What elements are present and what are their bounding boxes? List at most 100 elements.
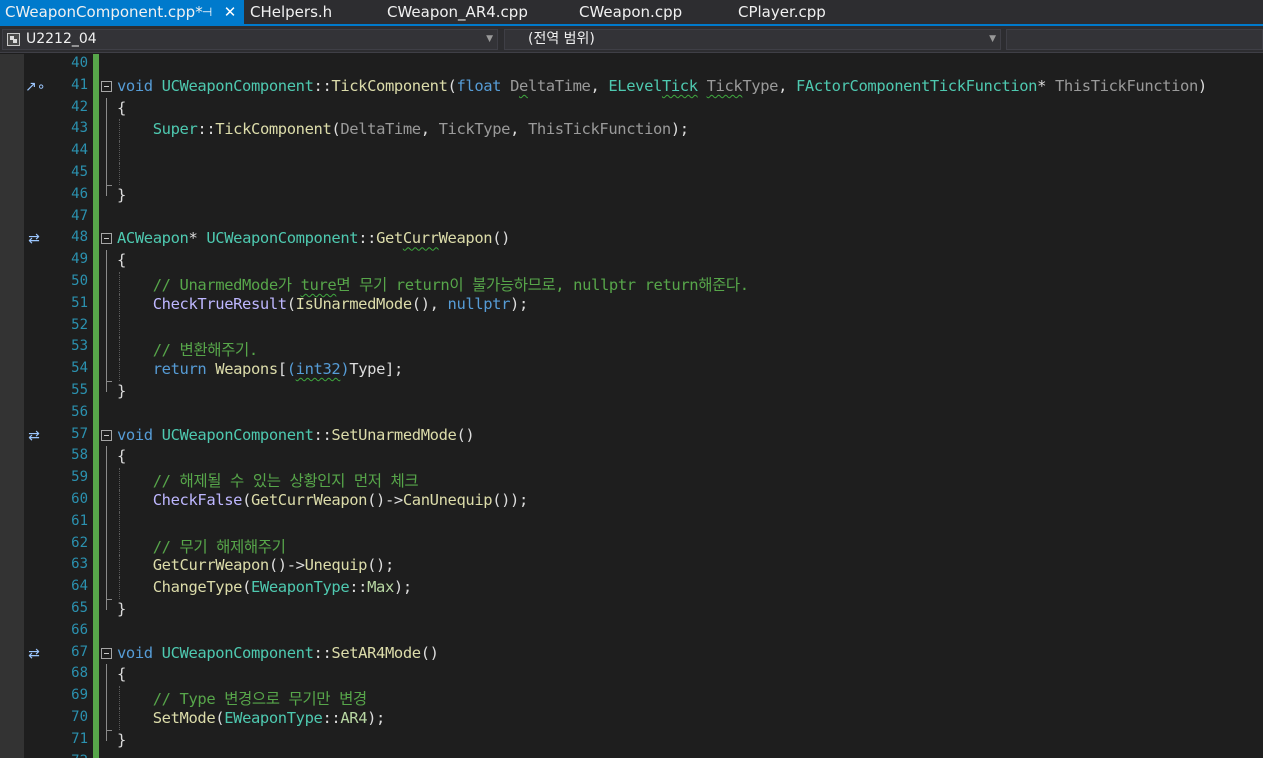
code-line[interactable]: 44 [0,141,1263,163]
code-text[interactable]: { [117,447,126,465]
code-line[interactable]: 43 Super::TickComponent(DeltaTime, TickT… [0,119,1263,142]
code-token: ( [242,578,251,597]
code-line[interactable]: ⇄ 67 void UCWeaponComponent::SetAR4Mode() [0,642,1263,665]
code-text[interactable]: void UCWeaponComponent::SetUnarmedMode() [117,426,475,444]
code-line[interactable]: ⇄ 48 ACWeapon* UCWeaponComponent::GetCurrW… [0,228,1263,251]
change-indicator [93,577,99,599]
collapse-icon[interactable] [101,80,112,92]
project-dropdown[interactable]: U2212_04 ▼ [2,29,498,50]
code-text[interactable]: // 무기 해제해주기 [117,535,286,557]
code-text[interactable]: void UCWeaponComponent::TickComponent(fl… [117,77,1207,95]
member-dropdown[interactable] [1006,29,1263,50]
code-line[interactable]: 70 SetMode(EWeaponType::AR4); [0,708,1263,730]
code-line[interactable]: 50 // UnarmedMode가 ture면 무기 return이 불가능하… [0,272,1263,294]
code-text[interactable]: } [117,186,126,204]
code-line[interactable]: 69 // Type 변경으로 무기만 변경 [0,686,1263,708]
collapse-icon[interactable] [101,429,112,441]
code-token: TickComponent [215,120,332,139]
code-text[interactable]: ChangeType(EWeaponType::Max); [117,578,412,596]
line-number: 47 [71,207,88,224]
code-text[interactable]: return Weapons[(int32)Type]; [117,360,404,378]
code-line[interactable]: 46} [0,184,1263,207]
code-line[interactable]: 64 ChangeType(EWeaponType::Max); [0,577,1263,599]
code-line[interactable]: 49 { [0,250,1263,272]
tab-chelpers-h[interactable]: CHelpers.h [250,0,332,24]
code-text[interactable]: SetMode(EWeaponType::AR4); [117,709,386,727]
code-text[interactable]: { [117,99,126,117]
code-line[interactable]: 65} [0,599,1263,621]
code-line[interactable]: 62 // 무기 해제해주기 [0,533,1263,557]
code-text[interactable]: ACWeapon* UCWeaponComponent::GetCurrWeap… [117,229,510,247]
line-number: 49 [71,251,88,268]
code-token: ThisTickFunction [1055,76,1198,95]
code-token: ( [242,491,251,509]
code-text[interactable]: { [117,665,126,683]
code-line[interactable]: 59 // 해제될 수 있는 상황인지 먼저 체크 [0,468,1263,490]
navigate-arrows-icon[interactable]: ⇄ [25,647,43,661]
line-number: 67 [71,643,88,660]
change-indicator [93,359,99,381]
navigate-arrows-icon[interactable]: ⇄ [25,429,43,443]
code-text[interactable]: GetCurrWeapon()->Unequip(); [117,556,395,574]
code-line[interactable]: ⇄ 57 void UCWeaponComponent::SetUnarmedMod… [0,424,1263,447]
code-text[interactable]: } [117,600,126,618]
breakpoint-arrow-icon[interactable]: ↗∘ [25,80,46,94]
code-text[interactable]: // UnarmedMode가 ture면 무기 return이 불가능하므로,… [117,273,749,295]
code-line[interactable]: 58 { [0,446,1263,469]
outline-guide [106,337,107,360]
outline-guide [106,250,107,272]
outline-guide [106,272,107,294]
tab-cweapon-cpp[interactable]: CWeapon.cpp [579,0,682,24]
code-text[interactable]: // 해제될 수 있는 상황인지 먼저 체크 [117,469,419,491]
tab-cweaponcomponent-cpp[interactable]: CWeaponComponent.cpp* ⊣ ✕ [0,0,244,24]
tab-cweapon-ar4-cpp[interactable]: CWeapon_AR4.cpp [387,0,528,24]
code-line[interactable]: 60 CheckFalse(GetCurrWeapon()->CanUnequi… [0,490,1263,512]
collapse-icon[interactable] [101,647,112,659]
scope-dropdown[interactable]: (전역 범위) ▼ [504,29,1001,50]
code-text[interactable]: // 변환해주기. [117,338,258,360]
line-number: 40 [71,55,88,71]
code-line[interactable]: 55} [0,381,1263,403]
pin-icon[interactable]: ⊣ [200,0,214,24]
change-indicator [93,686,99,708]
line-number: 59 [71,469,88,486]
code-line[interactable]: 51 CheckTrueResult(IsUnarmedMode(), null… [0,293,1263,316]
code-text[interactable]: { [117,251,126,269]
change-indicator [93,446,99,469]
code-text[interactable]: } [117,382,126,400]
code-line[interactable]: 52 [0,315,1263,338]
code-editor[interactable]: 40↗∘ 41 void UCWeaponComponent::TickCompon… [0,54,1263,758]
code-line[interactable]: 71} [0,729,1263,752]
code-line[interactable]: 54 return Weapons[(int32)Type]; [0,359,1263,381]
code-line[interactable]: ↗∘ 41 void UCWeaponComponent::TickComponen… [0,75,1263,98]
code-line[interactable]: 45 [0,163,1263,185]
code-line[interactable]: 63 GetCurrWeapon()->Unequip(); [0,555,1263,578]
code-line[interactable]: 56 [0,402,1263,425]
navigate-arrows-icon[interactable]: ⇄ [25,232,43,246]
code-line[interactable]: 47 [0,206,1263,229]
code-line[interactable]: 42 { [0,97,1263,120]
code-line[interactable]: 66 [0,620,1263,643]
tab-cplayer-cpp[interactable]: CPlayer.cpp [738,0,826,24]
code-line[interactable]: 72 [0,751,1263,758]
code-line[interactable]: 40 [0,54,1263,76]
collapse-icon[interactable] [101,233,112,245]
code-text[interactable]: } [117,731,126,749]
project-name: U2212_04 [26,31,97,47]
close-icon[interactable]: ✕ [223,0,237,24]
code-line[interactable]: 68 { [0,664,1263,687]
code-token: void [117,76,153,95]
code-text[interactable]: void UCWeaponComponent::SetAR4Mode() [117,644,439,662]
line-number: 42 [71,98,88,115]
code-line[interactable]: 61 [0,511,1263,534]
code-line[interactable]: 53 // 변환해주기. [0,337,1263,359]
code-text[interactable]: // Type 변경으로 무기만 변경 [117,687,367,709]
line-number: 65 [71,600,88,616]
code-text[interactable]: Super::TickComponent(DeltaTime, TickType… [117,120,689,138]
outline-guide [106,359,107,381]
code-text[interactable]: CheckTrueResult(IsUnarmedMode(), nullptr… [117,295,529,313]
code-text[interactable]: CheckFalse(GetCurrWeapon()->CanUnequip()… [117,491,529,509]
